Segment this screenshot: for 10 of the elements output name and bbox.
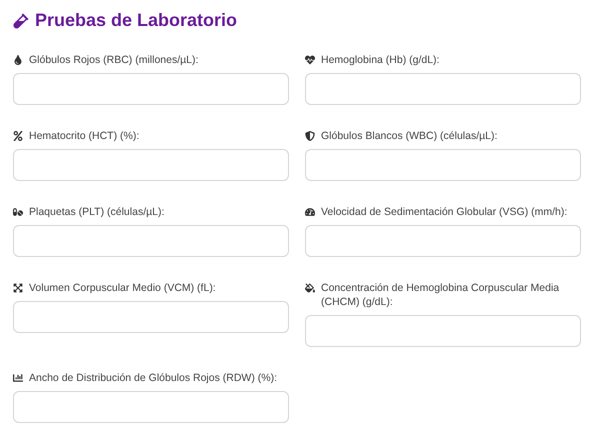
- field-label: Glóbulos Rojos (RBC) (millones/µL):: [29, 53, 198, 67]
- field-label: Hemoglobina (Hb) (g/dL):: [321, 53, 440, 67]
- field-label: Volumen Corpuscular Medio (VCM) (fL):: [29, 281, 216, 295]
- field-label: Ancho de Distribución de Glóbulos Rojos (RDW) (%):: [29, 371, 278, 385]
- field-label: Concentración de Hemoglobina Corpuscular Media (CHCM) (g/dL):: [321, 281, 560, 309]
- field-label: Plaquetas (PLT) (células/µL):: [29, 205, 164, 219]
- field-label: Velocidad de Sedimentación Globular (VSG) (mm/h):: [321, 205, 568, 219]
- field-label: Hematocrito (HCT) (%):: [29, 129, 140, 143]
- section-title: Pruebas de Laboratorio: [35, 10, 238, 31]
- field-label: Glóbulos Blancos (WBC) (células/µL):: [321, 129, 498, 143]
